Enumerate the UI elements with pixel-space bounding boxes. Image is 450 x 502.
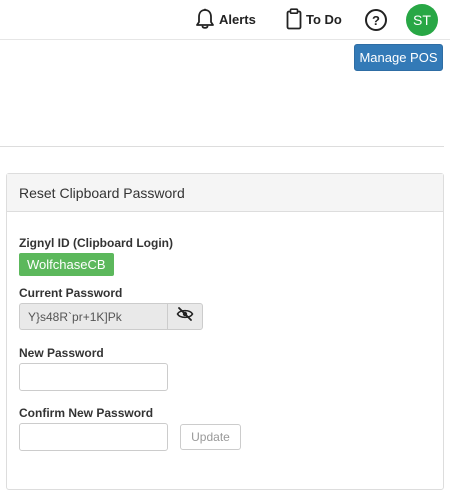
current-password-label: Current Password [19,286,123,300]
zignyl-id-label: Zignyl ID (Clipboard Login) [19,236,173,250]
current-password-group [19,303,203,330]
avatar-initials: ST [413,12,431,28]
user-avatar[interactable]: ST [406,4,438,36]
top-navbar: Alerts To Do ? ST [0,0,450,40]
panel-title: Reset Clipboard Password [7,174,443,212]
update-button[interactable]: Update [180,424,241,450]
todo-link[interactable]: To Do [286,6,342,32]
new-password-field[interactable] [19,363,168,391]
zignyl-id-value: WolfchaseCB [19,253,114,276]
todo-label: To Do [306,11,342,27]
new-password-label: New Password [19,346,104,360]
alerts-label: Alerts [219,11,256,27]
reset-password-panel: Reset Clipboard Password Zignyl ID (Clip… [6,173,444,490]
toggle-password-visibility-button[interactable] [167,303,203,330]
alerts-link[interactable]: Alerts [195,6,256,32]
current-password-field[interactable] [19,303,167,330]
manage-pos-button[interactable]: Manage POS [354,44,443,71]
clipboard-icon [286,8,302,30]
eye-slash-icon [176,307,194,326]
bell-icon [195,8,215,30]
section-divider [0,146,444,147]
help-icon[interactable]: ? [365,9,387,31]
confirm-password-label: Confirm New Password [19,406,154,420]
confirm-password-field[interactable] [19,423,168,451]
help-glyph: ? [372,12,380,28]
